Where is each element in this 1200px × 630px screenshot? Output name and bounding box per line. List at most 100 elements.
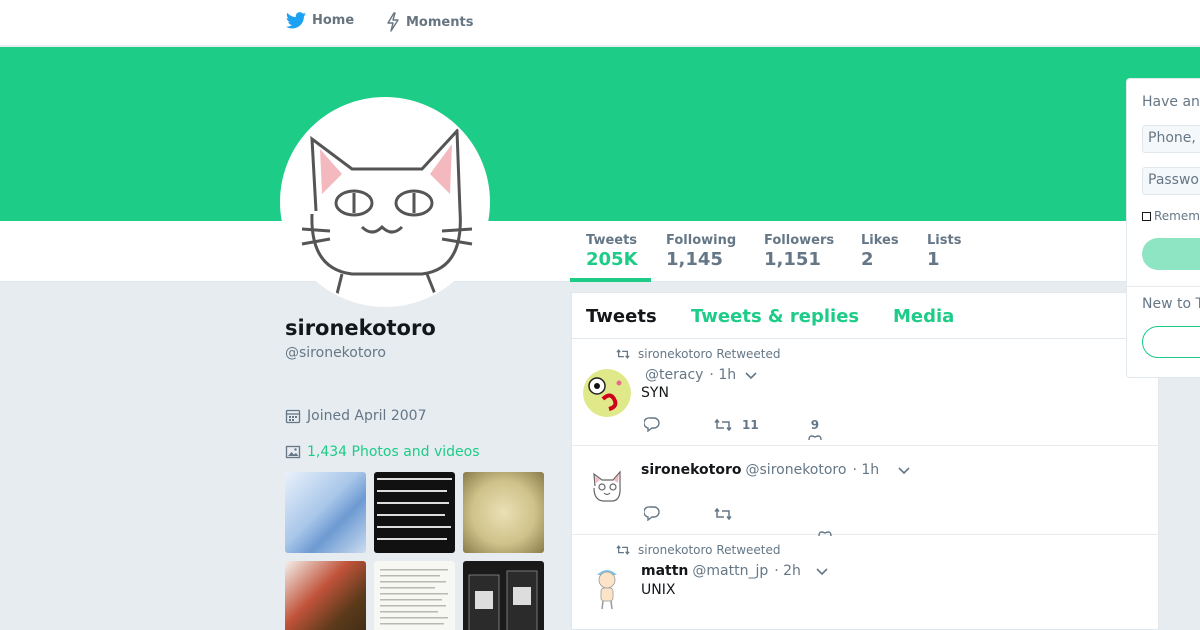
signup-button[interactable] <box>1142 326 1200 358</box>
tweet-header: @teracy · 1h <box>641 367 758 383</box>
frog-avatar-image <box>583 369 631 417</box>
like-button[interactable]: 9 <box>808 417 822 440</box>
tweet-timestamp[interactable]: · 1h <box>852 462 879 478</box>
stat-tweets[interactable]: Tweets 205K <box>586 233 638 270</box>
tab-tweets[interactable]: Tweets <box>586 306 657 327</box>
retweet-context: sironekotoro Retweeted <box>616 543 781 557</box>
tab-media[interactable]: Media <box>893 306 954 327</box>
tweet-avatar[interactable] <box>583 563 631 611</box>
tweet-actions: 11 9 <box>644 417 822 440</box>
stat-followers-value: 1,151 <box>764 249 821 270</box>
image-icon <box>285 445 301 459</box>
profile-name[interactable]: sironekotoro <box>285 316 436 340</box>
retweet-icon <box>714 418 732 431</box>
new-to-twitter-text: New to T <box>1142 296 1200 312</box>
retweet-icon <box>616 545 630 555</box>
photo-thumbnail-document[interactable] <box>374 561 455 630</box>
white-cat-avatar-image <box>583 462 631 510</box>
tweet-avatar[interactable] <box>583 369 631 417</box>
stat-tweets-value: 205K <box>586 249 638 270</box>
nav-moments[interactable]: Moments <box>386 12 473 32</box>
sticker-pack-graphic <box>468 570 538 630</box>
heart-icon <box>808 434 822 440</box>
photo-thumbnail-stickers[interactable] <box>463 561 544 630</box>
calendar-icon <box>285 409 301 424</box>
retweet-context-label: sironekotoro Retweeted <box>638 543 781 557</box>
nav-home[interactable]: Home <box>286 12 354 29</box>
tweet-author-name[interactable]: sironekotoro <box>641 462 742 478</box>
retweet-button[interactable]: 11 <box>714 418 759 432</box>
profile-avatar[interactable] <box>280 97 490 307</box>
document-text-graphic <box>380 569 448 625</box>
tweet-item[interactable]: sironekotoro @sironekotoro · 1h <box>572 446 1158 536</box>
chevron-down-icon[interactable] <box>815 566 829 576</box>
login-button[interactable] <box>1142 238 1200 270</box>
retweet-context: sironekotoro Retweeted <box>616 347 781 361</box>
like-count: 9 <box>810 417 820 432</box>
remember-me-label: Rememb <box>1154 209 1200 223</box>
profile-joined-text: Joined April 2007 <box>307 408 427 424</box>
remember-me-checkbox[interactable] <box>1142 211 1151 221</box>
reply-icon <box>644 417 660 432</box>
character-avatar-image <box>583 563 631 611</box>
retweet-button[interactable] <box>714 507 732 521</box>
retweet-count: 11 <box>742 417 759 432</box>
tweet-author-handle[interactable]: @teracy <box>645 367 703 383</box>
phone-email-input[interactable]: Phone, <box>1142 125 1200 153</box>
tweet-author-handle[interactable]: @sironekotoro <box>746 462 847 478</box>
nav-home-label: Home <box>312 13 355 28</box>
stat-followers[interactable]: Followers 1,151 <box>764 233 834 270</box>
reply-button[interactable] <box>644 506 660 521</box>
photos-and-videos-link[interactable]: 1,434 Photos and videos <box>285 444 480 460</box>
login-divider <box>1127 286 1200 287</box>
terminal-text-graphic <box>377 478 452 540</box>
tab-tweets-and-replies[interactable]: Tweets & replies <box>691 306 859 327</box>
remember-me[interactable]: Rememb <box>1142 209 1200 223</box>
photo-thumbnail-terminal[interactable] <box>374 472 455 553</box>
tweet-header: sironekotoro @sironekotoro · 1h <box>641 462 911 478</box>
tweet-avatar[interactable] <box>583 462 631 510</box>
tweet-timestamp[interactable]: · 2h <box>774 563 801 579</box>
stat-lists[interactable]: Lists 1 <box>927 233 961 270</box>
login-title: Have an <box>1142 94 1200 110</box>
password-input[interactable]: Passwor <box>1142 167 1200 195</box>
retweet-icon <box>616 349 630 359</box>
stat-likes[interactable]: Likes 2 <box>861 233 899 270</box>
tweet-item[interactable]: sironekotoro Retweeted mattn @mattn_jp ·… <box>572 535 1158 629</box>
tweet-text: UNIX <box>641 582 676 598</box>
tweet-text: SYN <box>641 385 669 401</box>
login-panel: Have an Phone, Passwor Rememb New to T <box>1126 78 1200 378</box>
stat-likes-label: Likes <box>861 233 899 248</box>
stat-following-value: 1,145 <box>666 249 723 270</box>
stat-likes-value: 2 <box>861 249 874 270</box>
chevron-down-icon[interactable] <box>744 370 758 380</box>
retweet-icon <box>714 507 732 520</box>
profile-stats-bar: Tweets 205K Following 1,145 Followers 1,… <box>0 221 1200 282</box>
photo-thumbnail-weather-map[interactable] <box>285 472 366 553</box>
stat-followers-label: Followers <box>764 233 835 248</box>
nav-moments-label: Moments <box>406 14 474 30</box>
photo-thumbnail-curry[interactable] <box>285 561 366 630</box>
tweet-author-name[interactable]: mattn <box>641 563 688 579</box>
tweets-timeline: Tweets Tweets & replies Media sironekoto… <box>571 292 1159 630</box>
profile-banner <box>0 47 1200 221</box>
chevron-down-icon[interactable] <box>897 465 911 475</box>
retweet-context-label: sironekotoro Retweeted <box>638 347 781 361</box>
top-nav: Home Moments <box>0 0 1200 46</box>
tweet-header: mattn @mattn_jp · 2h <box>641 563 829 579</box>
white-cat-avatar-image <box>282 99 488 305</box>
tweet-author-handle[interactable]: @mattn_jp <box>692 563 768 579</box>
tweet-actions <box>644 506 832 536</box>
stat-tweets-label: Tweets <box>586 233 638 248</box>
reply-button[interactable] <box>644 417 660 432</box>
tweet-item[interactable]: sironekotoro Retweeted @teracy · 1h SYN <box>572 339 1158 446</box>
stat-lists-label: Lists <box>927 233 962 248</box>
profile-handle[interactable]: @sironekotoro <box>285 345 386 361</box>
photo-thumbnail-noodles[interactable] <box>463 472 544 553</box>
tweet-timestamp[interactable]: · 1h <box>709 367 736 383</box>
twitter-bird-icon <box>286 12 306 29</box>
stat-following-label: Following <box>666 233 737 248</box>
stat-following[interactable]: Following 1,145 <box>666 233 736 270</box>
profile-joined: Joined April 2007 <box>285 408 427 424</box>
reply-icon <box>644 506 660 521</box>
